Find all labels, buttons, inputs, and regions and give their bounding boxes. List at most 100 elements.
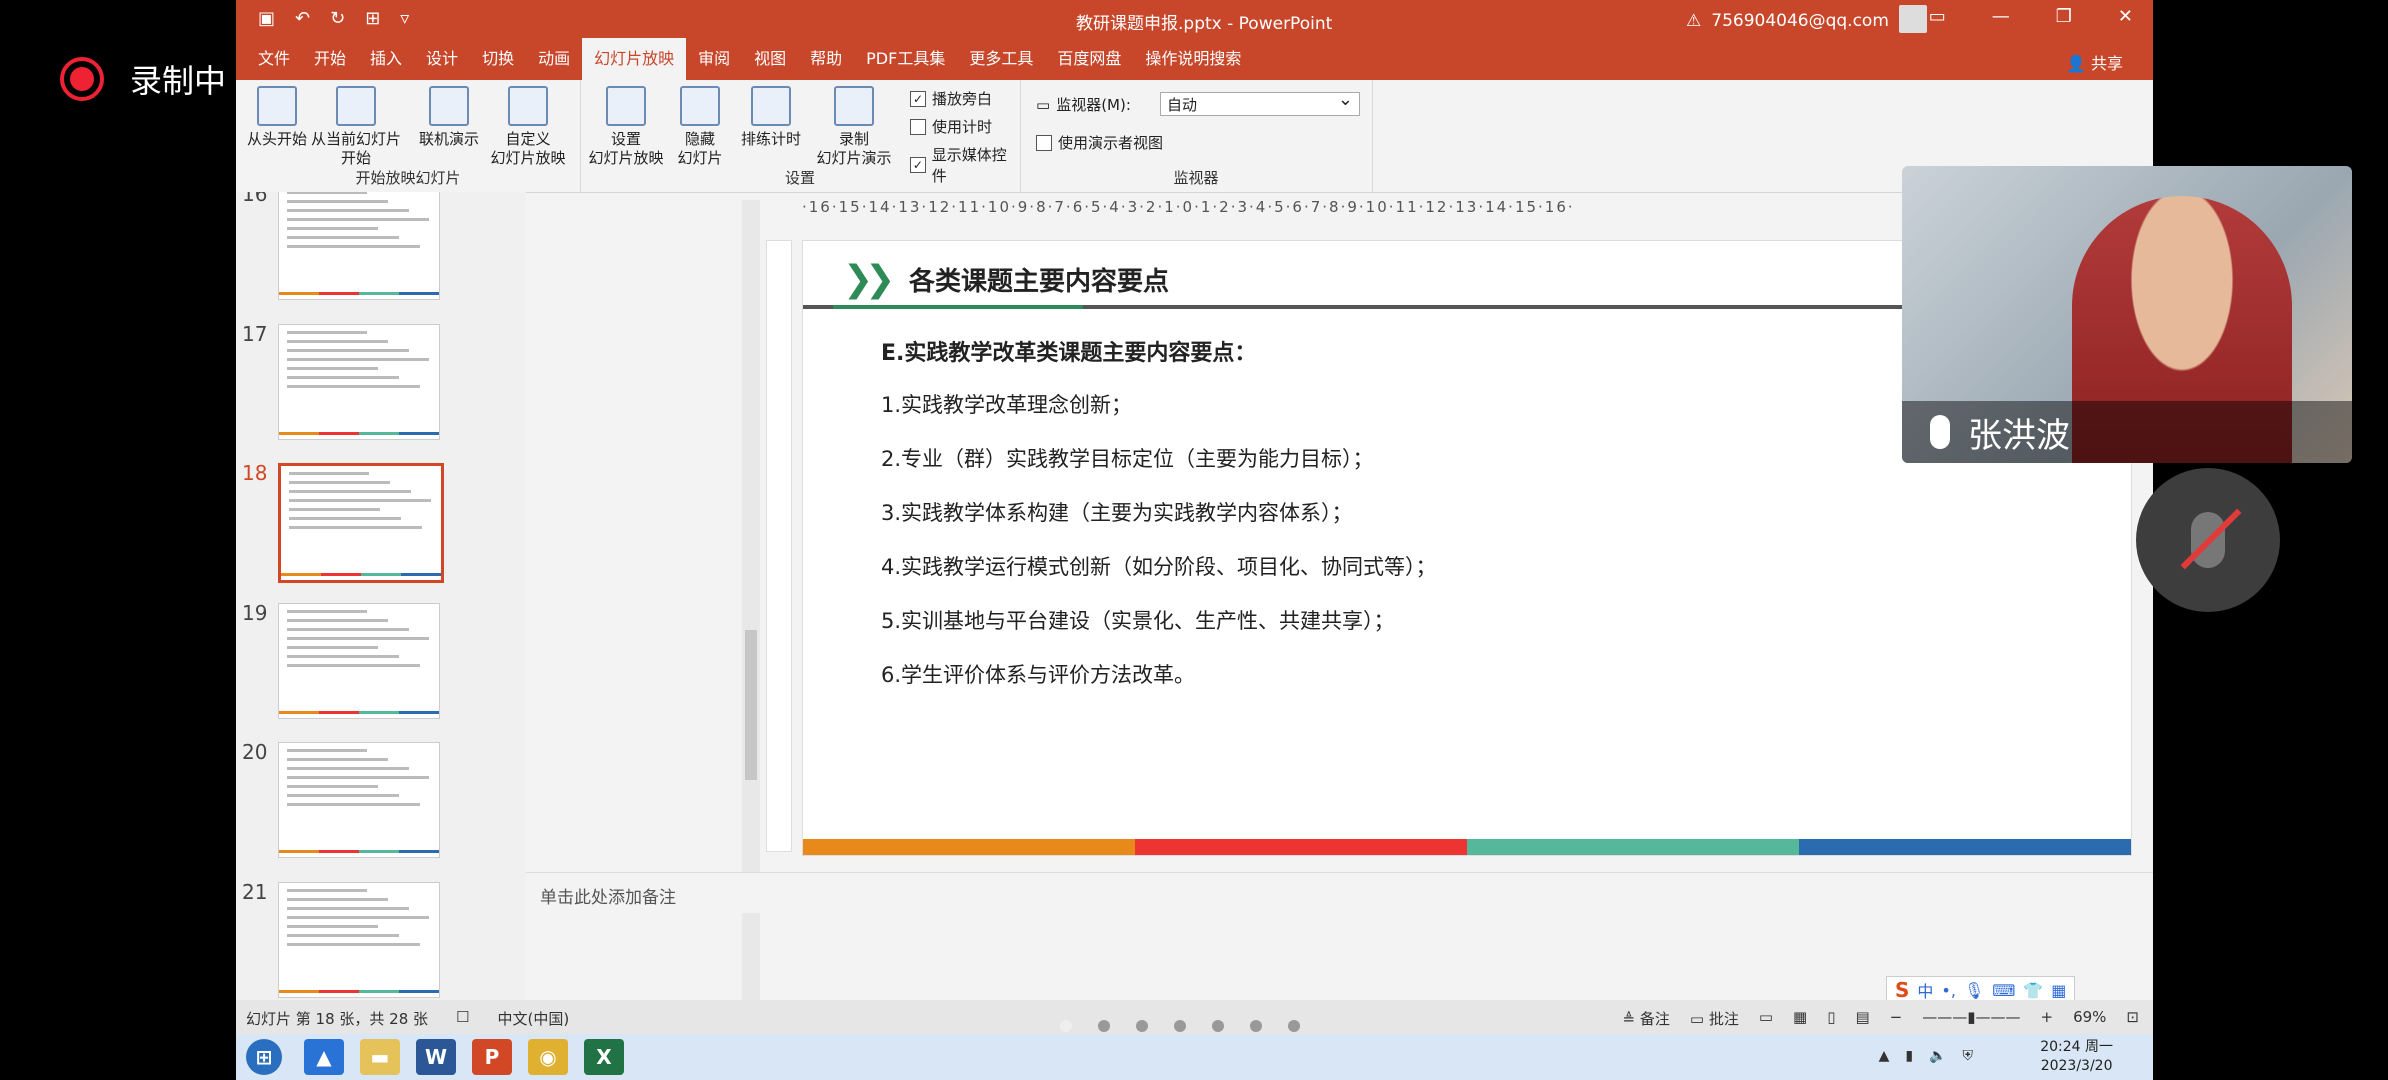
ime-menu-icon[interactable]: ▦ — [2051, 981, 2066, 1000]
ribbon-display-icon[interactable]: ▭ — [1929, 6, 1946, 27]
present-online-button[interactable]: 联机演示 — [412, 86, 486, 149]
security-shield-icon[interactable]: ⛨ — [1963, 1048, 1974, 1064]
thumbnail-text-line — [287, 645, 379, 649]
zoom-in-icon[interactable]: + — [2041, 1008, 2054, 1029]
zoom-level[interactable]: 69% — [2073, 1008, 2106, 1029]
account-area[interactable]: ⚠ 756904046@qq.com — [1686, 5, 1927, 33]
powerpoint-icon[interactable]: P — [472, 1039, 512, 1075]
zoom-out-icon[interactable]: − — [1890, 1008, 1903, 1029]
slide-thumbnail[interactable] — [278, 602, 440, 719]
network-icon[interactable]: ▮ — [1905, 1048, 1913, 1064]
thumbnail-text-line — [287, 375, 399, 379]
thumbnail-number: 18 — [242, 461, 268, 485]
tab-0[interactable]: 文件 — [246, 38, 302, 80]
undo-icon[interactable]: ↶ — [295, 8, 310, 29]
tab-9[interactable]: 帮助 — [798, 38, 854, 80]
tab-10[interactable]: PDF工具集 — [854, 38, 957, 80]
use-timings-checkbox[interactable]: 使用计时 — [910, 116, 992, 137]
participant-name-bar: 张洪波 — [1902, 401, 2352, 463]
ime-chinese-mode[interactable]: 中 — [1917, 978, 1933, 1002]
normal-view-icon[interactable]: ▭ — [1759, 1008, 1773, 1029]
fit-slide-icon[interactable]: ⊡ — [2126, 1008, 2139, 1029]
slideshow-view-icon[interactable]: ▤ — [1855, 1008, 1869, 1029]
tab-6[interactable]: 幻灯片放映 — [582, 38, 687, 80]
ime-mic-icon[interactable]: 🎙 — [1964, 981, 1984, 1000]
thumbnail-text-line — [287, 636, 430, 640]
slide-thumbnail[interactable] — [278, 881, 440, 998]
word-icon[interactable]: W — [416, 1039, 456, 1075]
share-button[interactable]: 👤 共享 — [2066, 50, 2123, 74]
taskbar-clock[interactable]: 20:24 周一 2023/3/20 — [2040, 1038, 2113, 1076]
thumbnail-number: 17 — [242, 321, 268, 346]
slide-item: 4.实践教学运行模式创新（如分阶段、项目化、协同式等）； — [881, 555, 1437, 579]
monitor-select[interactable]: 自动 — [1160, 88, 1360, 116]
record-show-button[interactable]: 录制 幻灯片演示 — [808, 86, 900, 168]
redo-icon[interactable]: ↻ — [330, 8, 345, 29]
slide-item: 2.专业（群）实践教学目标定位（主要为能力目标）； — [881, 447, 1374, 471]
participant-name: 张洪波 — [1968, 415, 2070, 456]
meeting-app-icon[interactable]: ▲ — [304, 1039, 344, 1075]
thumbnail-text-line — [289, 499, 432, 502]
tab-5[interactable]: 动画 — [526, 38, 582, 80]
tab-4[interactable]: 切换 — [470, 38, 526, 80]
window-title: 教研课题申报.pptx - PowerPoint — [1076, 14, 1333, 34]
excel-icon[interactable]: X — [584, 1039, 624, 1075]
notes-toggle-button[interactable]: ≜ 备注 — [1623, 1008, 1670, 1029]
notes-pane[interactable]: 单击此处添加备注 — [526, 872, 2153, 913]
from-current-button[interactable]: 从当前幻灯片 开始 — [308, 86, 404, 168]
powerpoint-window: ▣ ↶ ↻ ⊞ ▿ 教研课题申报.pptx - PowerPoint ⚠ 756… — [236, 0, 2153, 1080]
chrome-icon[interactable]: ◉ — [528, 1039, 568, 1075]
ime-keyboard-icon[interactable]: ⌨ — [1992, 981, 2015, 1000]
rehearse-timings-button[interactable]: 排练计时 — [736, 86, 806, 149]
tab-7[interactable]: 审阅 — [686, 38, 742, 80]
close-icon[interactable]: ✕ — [2118, 6, 2133, 27]
minimize-icon[interactable]: — — [1992, 6, 2010, 27]
slide-sorter-icon[interactable]: ▦ — [1793, 1008, 1807, 1029]
file-explorer-icon[interactable]: ▬ — [360, 1039, 400, 1075]
tray-expand-icon[interactable]: ▲ — [1879, 1048, 1890, 1064]
thumbnail-text-line — [287, 794, 399, 797]
customize-qat-icon[interactable]: ▿ — [400, 8, 409, 29]
zoom-slider[interactable]: ———▮——— — [1922, 1008, 2020, 1029]
tab-11[interactable]: 更多工具 — [957, 38, 1045, 80]
comments-toggle-button[interactable]: ▭ 批注 — [1690, 1008, 1739, 1029]
start-button[interactable]: ⊞ — [246, 1039, 282, 1075]
slide-thumbnail[interactable] — [278, 742, 440, 858]
participant-video: 张洪波 — [1902, 166, 2352, 463]
start-show-icon[interactable]: ⊞ — [365, 8, 380, 29]
tab-1[interactable]: 开始 — [302, 38, 358, 80]
thumbnail-number: 21 — [242, 879, 268, 904]
thumbnail-text-line — [287, 618, 388, 622]
language-indicator[interactable]: 中文(中国) — [497, 1008, 569, 1029]
thumbnail-text-line — [287, 663, 420, 667]
from-beginning-button[interactable]: 从头开始 — [244, 86, 310, 149]
mute-slash — [2180, 508, 2242, 570]
avatar[interactable] — [1898, 5, 1927, 33]
tab-2[interactable]: 插入 — [358, 38, 414, 80]
slide-thumbnail[interactable] — [278, 323, 440, 440]
tab-12[interactable]: 百度网盘 — [1045, 38, 1133, 80]
tab-13[interactable]: 操作说明搜索 — [1133, 38, 1253, 80]
slide-item: 3.实践教学体系构建（主要为实践教学内容体系）； — [881, 501, 1353, 525]
notes-placeholder: 单击此处添加备注 — [540, 888, 676, 908]
mute-mic-button[interactable] — [2136, 468, 2280, 612]
save-icon[interactable]: ▣ — [258, 8, 275, 29]
custom-show-button[interactable]: 自定义 幻灯片放映 — [480, 86, 576, 168]
slide-thumbnail[interactable] — [278, 463, 444, 583]
presenter-view-checkbox[interactable]: 使用演示者视图 — [1036, 132, 1163, 153]
scrollbar-thumb[interactable] — [745, 630, 757, 780]
checkbox-box — [910, 118, 926, 135]
tab-3[interactable]: 设计 — [414, 38, 470, 80]
play-narrations-checkbox[interactable]: ✓ 播放旁白 — [910, 88, 992, 109]
tab-8[interactable]: 视图 — [742, 38, 798, 80]
thumbnail-text-line — [289, 481, 390, 484]
reading-view-icon[interactable]: ▯ — [1827, 1008, 1835, 1029]
volume-icon[interactable]: 🔈 — [1929, 1048, 1946, 1064]
hide-slide-button[interactable]: 隐藏 幻灯片 — [670, 86, 730, 168]
spellcheck-icon[interactable]: ☐ — [456, 1008, 469, 1029]
setup-show-button[interactable]: 设置 幻灯片放映 — [586, 86, 666, 168]
restore-icon[interactable]: ❐ — [2056, 6, 2072, 27]
ime-skin-icon[interactable]: 👕 — [2023, 981, 2043, 1000]
slide-thumbnail[interactable] — [278, 192, 440, 300]
ime-punctuation-icon[interactable]: •, — [1941, 981, 1956, 1000]
